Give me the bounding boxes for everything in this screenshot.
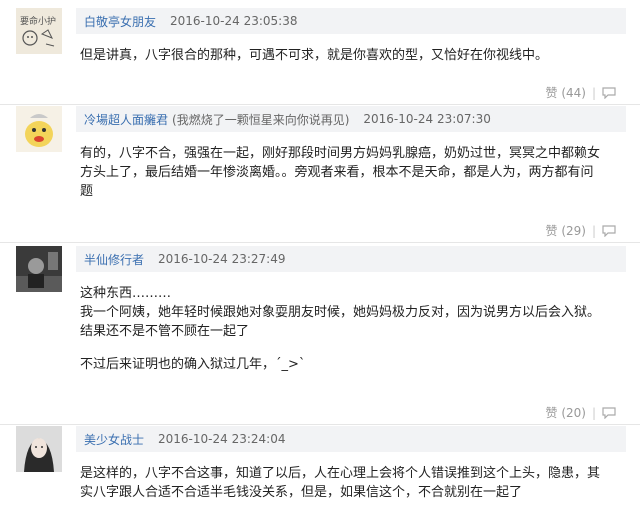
user-signature: (我燃烧了一颗恒星来向你说再见) [172,112,350,127]
username-link[interactable]: 冷場超人面癱君 [84,111,168,128]
comment-body: 有的，八字不合，强强在一起，刚好那段时间男方妈妈乳腺癌，奶奶过世，冥冥之中都赖女… [80,144,620,201]
username-link[interactable]: 白敬亭女朋友 [84,13,156,30]
svg-text:要命小护: 要命小护 [20,15,56,27]
comment-line: 但是讲真，八字很合的那种，可遇不可求，就是你喜欢的型，又恰好在你视线中。 [80,48,549,63]
avatar-image [16,106,62,152]
comment-line: 这种东西……… [80,286,172,301]
timestamp: 2016-10-24 23:07:30 [363,112,491,126]
like-button[interactable]: 赞 (20) | [546,404,617,421]
avatar-image [16,426,62,472]
comment-header: 美少女战士 2016-10-24 23:24:04 [76,426,626,452]
comment-line: 我一个阿姨，她年轻时候跟她对象耍朋友时候，她妈妈极力反对，因为说男方以后会入狱。 [80,305,601,320]
avatar[interactable] [16,246,62,292]
comment-line: 有的，八字不合，强强在一起，刚好那段时间男方妈妈乳腺癌，奶奶过世，冥冥之中都赖女 [80,146,601,161]
like-count: 赞 (29) [545,224,586,238]
timestamp: 2016-10-24 23:24:04 [158,432,286,446]
divider [0,424,640,425]
comment-line: 实八字跟人合适不合适半毛钱没关系，但是，如果信这个，不合就别在一起了 [80,485,523,500]
like-button[interactable]: 赞 (44) | [546,84,617,101]
reply-icon[interactable] [602,225,616,237]
like-count: 赞 (44) [545,86,586,100]
avatar[interactable] [16,426,62,472]
comment-body: 但是讲真，八字很合的那种，可遇不可求，就是你喜欢的型，又恰好在你视线中。 [80,46,620,65]
comment-header: 冷場超人面癱君 (我燃烧了一颗恒星来向你说再见) 2016-10-24 23:0… [76,106,626,132]
like-button[interactable]: 赞 (29) | [546,222,617,239]
timestamp: 2016-10-24 23:05:38 [170,14,298,28]
comment-line: 方头上了，最后结婚一年惨淡离婚。。旁观者来看，根本不是天命，都是人为，两方都有问 [80,165,594,180]
avatar[interactable]: 要命小护 [16,8,62,54]
reply-icon[interactable] [602,87,616,99]
timestamp: 2016-10-24 23:27:49 [158,252,286,266]
avatar-image [16,246,62,292]
username-link[interactable]: 美少女战士 [84,431,144,448]
comment-line: 是这样的，八字不合这事，知道了以后，人在心理上会将个人错误推到这个上头，隐患，其 [80,466,601,481]
avatar-image: 要命小护 [16,8,62,54]
avatar[interactable] [16,106,62,152]
reply-icon[interactable] [602,407,616,419]
comment-body: 这种东西……… 我一个阿姨，她年轻时候跟她对象耍朋友时候，她妈妈极力反对，因为说… [80,284,620,374]
divider [0,104,640,105]
comment-line: 题 [80,184,94,199]
comment-line: 结果还不是不管不顾在一起了 [80,324,250,339]
username-link[interactable]: 半仙修行者 [84,251,144,268]
comment-body: 是这样的，八字不合这事，知道了以后，人在心理上会将个人错误推到这个上头，隐患，其… [80,464,620,502]
like-count: 赞 (20) [545,406,586,420]
comment-line: 不过后来证明也的确入狱过几年，´_>` [80,357,306,372]
divider [0,242,640,243]
comment-header: 白敬亭女朋友 2016-10-24 23:05:38 [76,8,626,34]
comment-header: 半仙修行者 2016-10-24 23:27:49 [76,246,626,272]
